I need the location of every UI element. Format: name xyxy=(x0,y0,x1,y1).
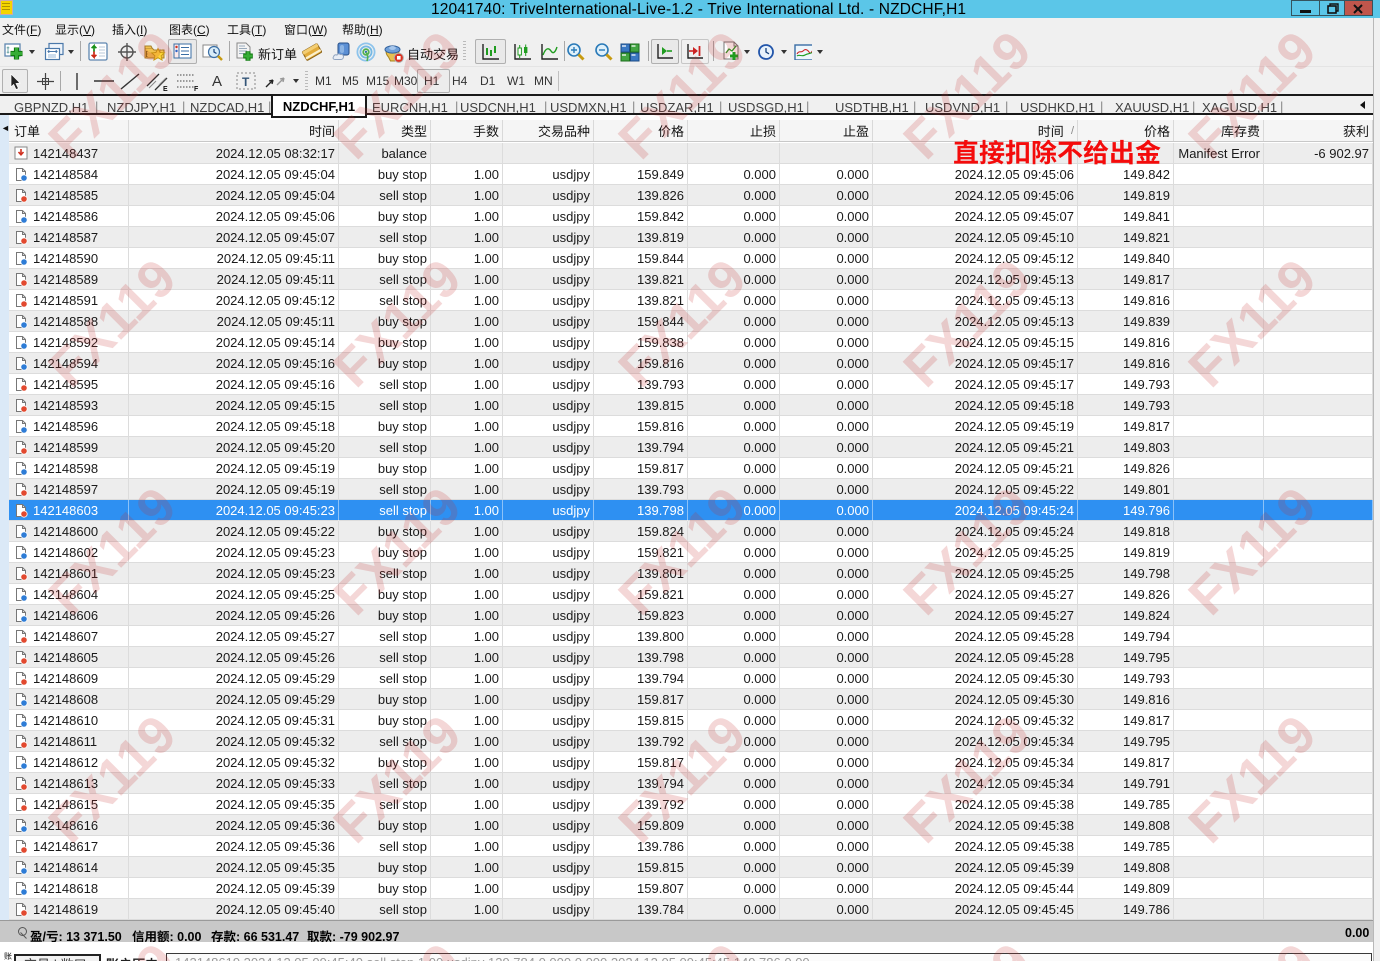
svg-text:F: F xyxy=(194,86,199,92)
svg-text:E: E xyxy=(163,86,168,92)
svg-text:T: T xyxy=(242,75,250,89)
